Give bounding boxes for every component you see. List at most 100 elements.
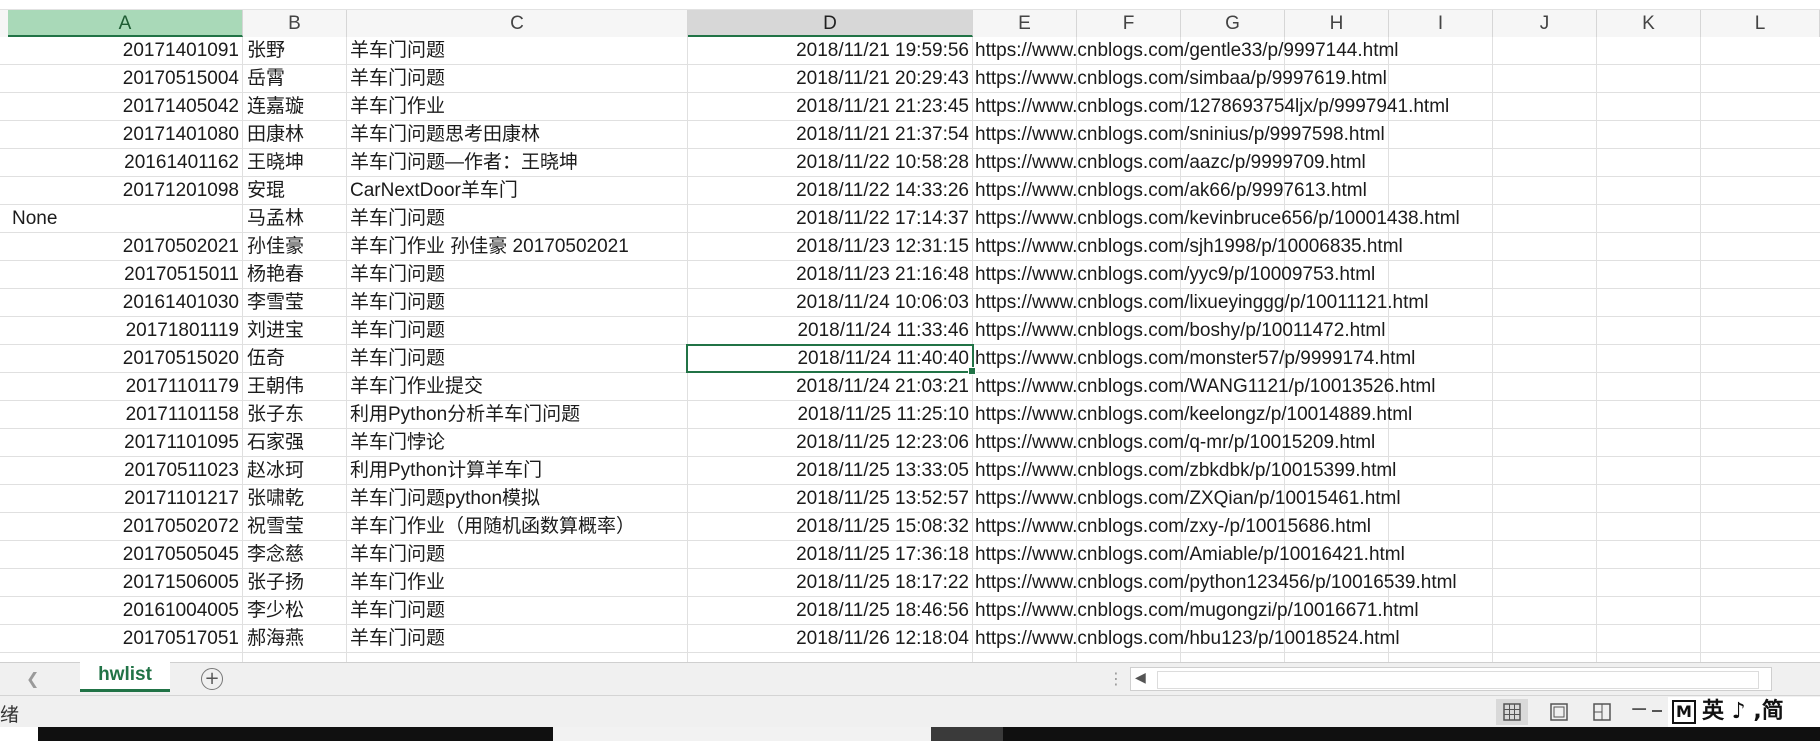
cell-c[interactable]: 羊车门问题 (349, 65, 687, 92)
cell-e[interactable]: https://www.cnblogs.com/ZXQian/p/1001546… (975, 485, 1401, 512)
cell-d[interactable]: 2018/11/22 10:58:28 (689, 149, 970, 176)
cell-b[interactable]: 刘进宝 (246, 317, 346, 344)
cell-e[interactable]: https://www.cnblogs.com/gentle33/p/99971… (975, 37, 1399, 64)
taskbar-app-item[interactable] (931, 727, 1003, 741)
column-header-j[interactable]: J (1493, 10, 1597, 37)
cell-e[interactable]: https://www.cnblogs.com/yyc9/p/10009753.… (975, 261, 1375, 288)
cell-b[interactable]: 马孟林 (246, 205, 346, 232)
cell-d[interactable]: 2018/11/21 19:59:56 (689, 37, 970, 64)
column-header-d[interactable]: D (688, 10, 973, 37)
cell-c[interactable]: 羊车门问题 (349, 205, 687, 232)
cell-e[interactable]: https://www.cnblogs.com/1278693754ljx/p/… (975, 93, 1449, 120)
cell-a[interactable]: 20161401162 (8, 149, 240, 176)
taskbar-search-box[interactable] (553, 727, 931, 741)
cell-d[interactable]: 2018/11/25 18:17:22 (689, 569, 970, 596)
cell-a[interactable]: 20161004005 (8, 597, 240, 624)
cell-c[interactable]: 羊车门作业 (349, 569, 687, 596)
sheet-tab-hwlist[interactable]: hwlist (80, 662, 170, 692)
cell-e[interactable]: https://www.cnblogs.com/zxy-/p/10015686.… (975, 513, 1371, 540)
cell-d[interactable]: 2018/11/24 21:03:21 (689, 373, 970, 400)
cell-c[interactable]: 羊车门问题 (349, 37, 687, 64)
cell-a[interactable]: 20170515020 (8, 345, 240, 372)
cell-e[interactable]: https://www.cnblogs.com/mugongzi/p/10016… (975, 597, 1419, 624)
cell-e[interactable]: https://www.cnblogs.com/Amiable/p/100164… (975, 541, 1405, 568)
cell-c[interactable]: 利用Python计算羊车门 (349, 457, 687, 484)
cell-d[interactable]: 2018/11/21 20:29:43 (689, 65, 970, 92)
cell-e[interactable]: https://www.cnblogs.com/ak66/p/9997613.h… (975, 177, 1367, 204)
cell-a[interactable]: None (8, 205, 240, 232)
cell-b[interactable]: 连嘉璇 (246, 93, 346, 120)
cell-a[interactable]: 20170515004 (8, 65, 240, 92)
cell-e[interactable]: https://www.cnblogs.com/kevinbruce656/p/… (975, 205, 1460, 232)
scrollbar-thumb[interactable] (1157, 671, 1759, 689)
cell-d[interactable]: 2018/11/23 21:16:48 (689, 261, 970, 288)
normal-view-icon[interactable] (1496, 699, 1528, 725)
horizontal-scrollbar[interactable]: ◀ (1130, 667, 1772, 691)
cell-a[interactable]: 20171401080 (8, 121, 240, 148)
cell-c[interactable]: 羊车门作业提交 (349, 373, 687, 400)
ime-toolbar[interactable]: M 英 ♪ ,简 (1668, 697, 1820, 727)
cell-c[interactable]: 羊车门问题 (349, 541, 687, 568)
cell-d[interactable]: 2018/11/25 17:36:18 (689, 541, 970, 568)
cell-d[interactable]: 2018/11/22 17:14:37 (689, 205, 970, 232)
column-header-a[interactable]: A (8, 10, 243, 37)
cell-a[interactable]: 20170511023 (8, 457, 240, 484)
split-handle-icon[interactable]: ⋮ (1108, 669, 1124, 688)
ime-status-text[interactable]: 英 ♪ ,简 (1702, 697, 1784, 727)
cell-c[interactable]: 利用Python分析羊车门问题 (349, 401, 687, 428)
cell-e[interactable]: https://www.cnblogs.com/lixueyinggg/p/10… (975, 289, 1428, 316)
column-header-b[interactable]: B (243, 10, 347, 37)
cell-d[interactable]: 2018/11/24 10:06:03 (689, 289, 970, 316)
cell-e[interactable]: https://www.cnblogs.com/sjh1998/p/100068… (975, 233, 1403, 260)
cell-d[interactable]: 2018/11/21 21:37:54 (689, 121, 970, 148)
cell-c[interactable]: 羊车门作业 孙佳豪 20170502021 (349, 233, 687, 260)
cell-a[interactable]: 20171405042 (8, 93, 240, 120)
page-break-view-icon[interactable] (1586, 699, 1618, 725)
cell-b[interactable]: 张子扬 (246, 569, 346, 596)
cell-c[interactable]: 羊车门问题 (349, 317, 687, 344)
cell-b[interactable]: 李念慈 (246, 541, 346, 568)
zoom-out-icon[interactable]: − (1630, 697, 1648, 722)
cell-a[interactable]: 20170515011 (8, 261, 240, 288)
cell-b[interactable]: 岳霄 (246, 65, 346, 92)
column-header-e[interactable]: E (973, 10, 1077, 37)
chevron-left-icon[interactable]: ❮ (26, 669, 39, 688)
cell-b[interactable]: 张野 (246, 37, 346, 64)
cell-d[interactable]: 2018/11/22 14:33:26 (689, 177, 970, 204)
cell-e[interactable]: https://www.cnblogs.com/q-mr/p/10015209.… (975, 429, 1375, 456)
cell-c[interactable]: 羊车门问题 (349, 597, 687, 624)
cell-b[interactable]: 王朝伟 (246, 373, 346, 400)
cell-a[interactable]: 20171101158 (8, 401, 240, 428)
cell-e[interactable]: https://www.cnblogs.com/python123456/p/1… (975, 569, 1457, 596)
cell-d[interactable]: 2018/11/25 13:33:05 (689, 457, 970, 484)
add-sheet-icon[interactable]: + (201, 668, 223, 690)
column-header-l[interactable]: L (1701, 10, 1820, 37)
cell-b[interactable]: 石家强 (246, 429, 346, 456)
cell-a[interactable]: 20171101179 (8, 373, 240, 400)
cell-c[interactable]: 羊车门作业（用随机函数算概率） (349, 513, 687, 540)
cell-a[interactable]: 20170505045 (8, 541, 240, 568)
cell-b[interactable]: 杨艳春 (246, 261, 346, 288)
column-header-g[interactable]: G (1181, 10, 1285, 37)
column-header-i[interactable]: I (1389, 10, 1493, 37)
cell-b[interactable]: 安琨 (246, 177, 346, 204)
cell-d[interactable]: 2018/11/24 11:40:40 (689, 345, 970, 372)
cell-a[interactable]: 20171201098 (8, 177, 240, 204)
cell-b[interactable]: 李雪莹 (246, 289, 346, 316)
zoom-slider[interactable] (1652, 710, 1662, 712)
cell-d[interactable]: 2018/11/23 12:31:15 (689, 233, 970, 260)
cell-b[interactable]: 孙佳豪 (246, 233, 346, 260)
cell-c[interactable]: 羊车门问题—作者：王晓坤 (349, 149, 687, 176)
cell-b[interactable]: 张子东 (246, 401, 346, 428)
cell-a[interactable]: 20170517051 (8, 625, 240, 652)
cell-e[interactable]: https://www.cnblogs.com/zbkdbk/p/1001539… (975, 457, 1396, 484)
cell-d[interactable]: 2018/11/25 11:25:10 (689, 401, 970, 428)
cell-a[interactable]: 20171401091 (8, 37, 240, 64)
cell-c[interactable]: 羊车门问题 (349, 261, 687, 288)
cell-e[interactable]: https://www.cnblogs.com/simbaa/p/9997619… (975, 65, 1387, 92)
cell-d[interactable]: 2018/11/26 12:18:04 (689, 625, 970, 652)
cell-b[interactable]: 王晓坤 (246, 149, 346, 176)
cell-a[interactable]: 20171101095 (8, 429, 240, 456)
cell-b[interactable]: 伍奇 (246, 345, 346, 372)
cell-d[interactable]: 2018/11/21 21:23:45 (689, 93, 970, 120)
